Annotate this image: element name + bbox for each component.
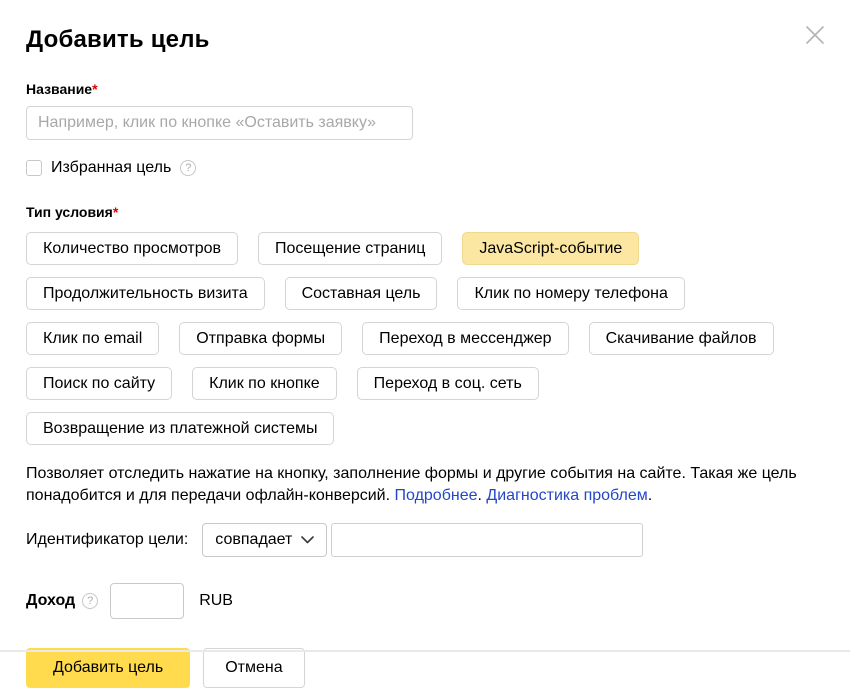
favorite-help-icon[interactable]: ? <box>180 160 196 176</box>
name-field-label: Название* <box>26 81 824 97</box>
goal-identifier-row: Идентификатор цели: совпадает <box>26 523 824 557</box>
match-condition-select[interactable]: совпадает <box>202 523 327 557</box>
add-goal-dialog: Добавить цель Название* Избранная цель ?… <box>0 0 850 650</box>
revenue-label: Доход <box>26 592 75 610</box>
condition-type-label: Тип условия* <box>26 204 824 220</box>
condition-option-messenger[interactable]: Переход в мессенджер <box>362 322 568 355</box>
favorite-goal-label: Избранная цель <box>51 159 171 177</box>
goal-identifier-input[interactable] <box>331 523 643 557</box>
condition-option-visit-duration[interactable]: Продолжительность визита <box>26 277 265 310</box>
more-link[interactable]: Подробнее <box>395 487 478 504</box>
currency-label: RUB <box>199 592 233 610</box>
chevron-down-icon <box>301 536 314 544</box>
revenue-input[interactable] <box>110 583 184 619</box>
condition-option-page-visit[interactable]: Посещение страниц <box>258 232 442 265</box>
favorite-goal-checkbox[interactable] <box>26 160 42 176</box>
revenue-row: Доход ? RUB <box>26 583 824 619</box>
goal-identifier-label: Идентификатор цели: <box>26 531 188 549</box>
page-title: Добавить цель <box>26 26 824 54</box>
condition-type-label-text: Тип условия <box>26 204 113 220</box>
cancel-button[interactable]: Отмена <box>203 648 304 688</box>
sentence-period: . <box>648 487 652 504</box>
condition-option-email-click[interactable]: Клик по email <box>26 322 159 355</box>
condition-option-site-search[interactable]: Поиск по сайту <box>26 367 172 400</box>
goal-name-input[interactable] <box>26 106 413 140</box>
condition-option-views-count[interactable]: Количество просмотров <box>26 232 238 265</box>
diagnostics-link[interactable]: Диагностика проблем <box>486 487 647 504</box>
close-button[interactable] <box>804 24 826 46</box>
condition-option-file-download[interactable]: Скачивание файлов <box>589 322 774 355</box>
condition-option-form-submit[interactable]: Отправка формы <box>179 322 342 355</box>
add-goal-button[interactable]: Добавить цель <box>26 648 190 688</box>
condition-option-phone-click[interactable]: Клик по номеру телефона <box>457 277 684 310</box>
match-condition-value: совпадает <box>215 531 292 549</box>
condition-option-social-network[interactable]: Переход в соц. сеть <box>357 367 539 400</box>
required-asterisk: * <box>113 204 118 220</box>
name-field-label-text: Название <box>26 81 92 97</box>
condition-option-composite-goal[interactable]: Составная цель <box>285 277 438 310</box>
dialog-footer: Добавить цель Отмена <box>26 648 824 688</box>
required-asterisk: * <box>92 81 97 97</box>
condition-option-payment-return[interactable]: Возвращение из платежной системы <box>26 412 334 445</box>
condition-description: Позволяет отследить нажатие на кнопку, з… <box>26 463 824 506</box>
condition-option-button-click[interactable]: Клик по кнопке <box>192 367 337 400</box>
condition-option-javascript-event[interactable]: JavaScript-событие <box>462 232 639 265</box>
revenue-help-icon[interactable]: ? <box>82 593 98 609</box>
close-icon <box>804 24 826 46</box>
goal-identifier-controls: совпадает <box>202 523 643 557</box>
favorite-goal-row: Избранная цель ? <box>26 159 824 177</box>
condition-type-options: Количество просмотров Посещение страниц … <box>26 232 818 445</box>
